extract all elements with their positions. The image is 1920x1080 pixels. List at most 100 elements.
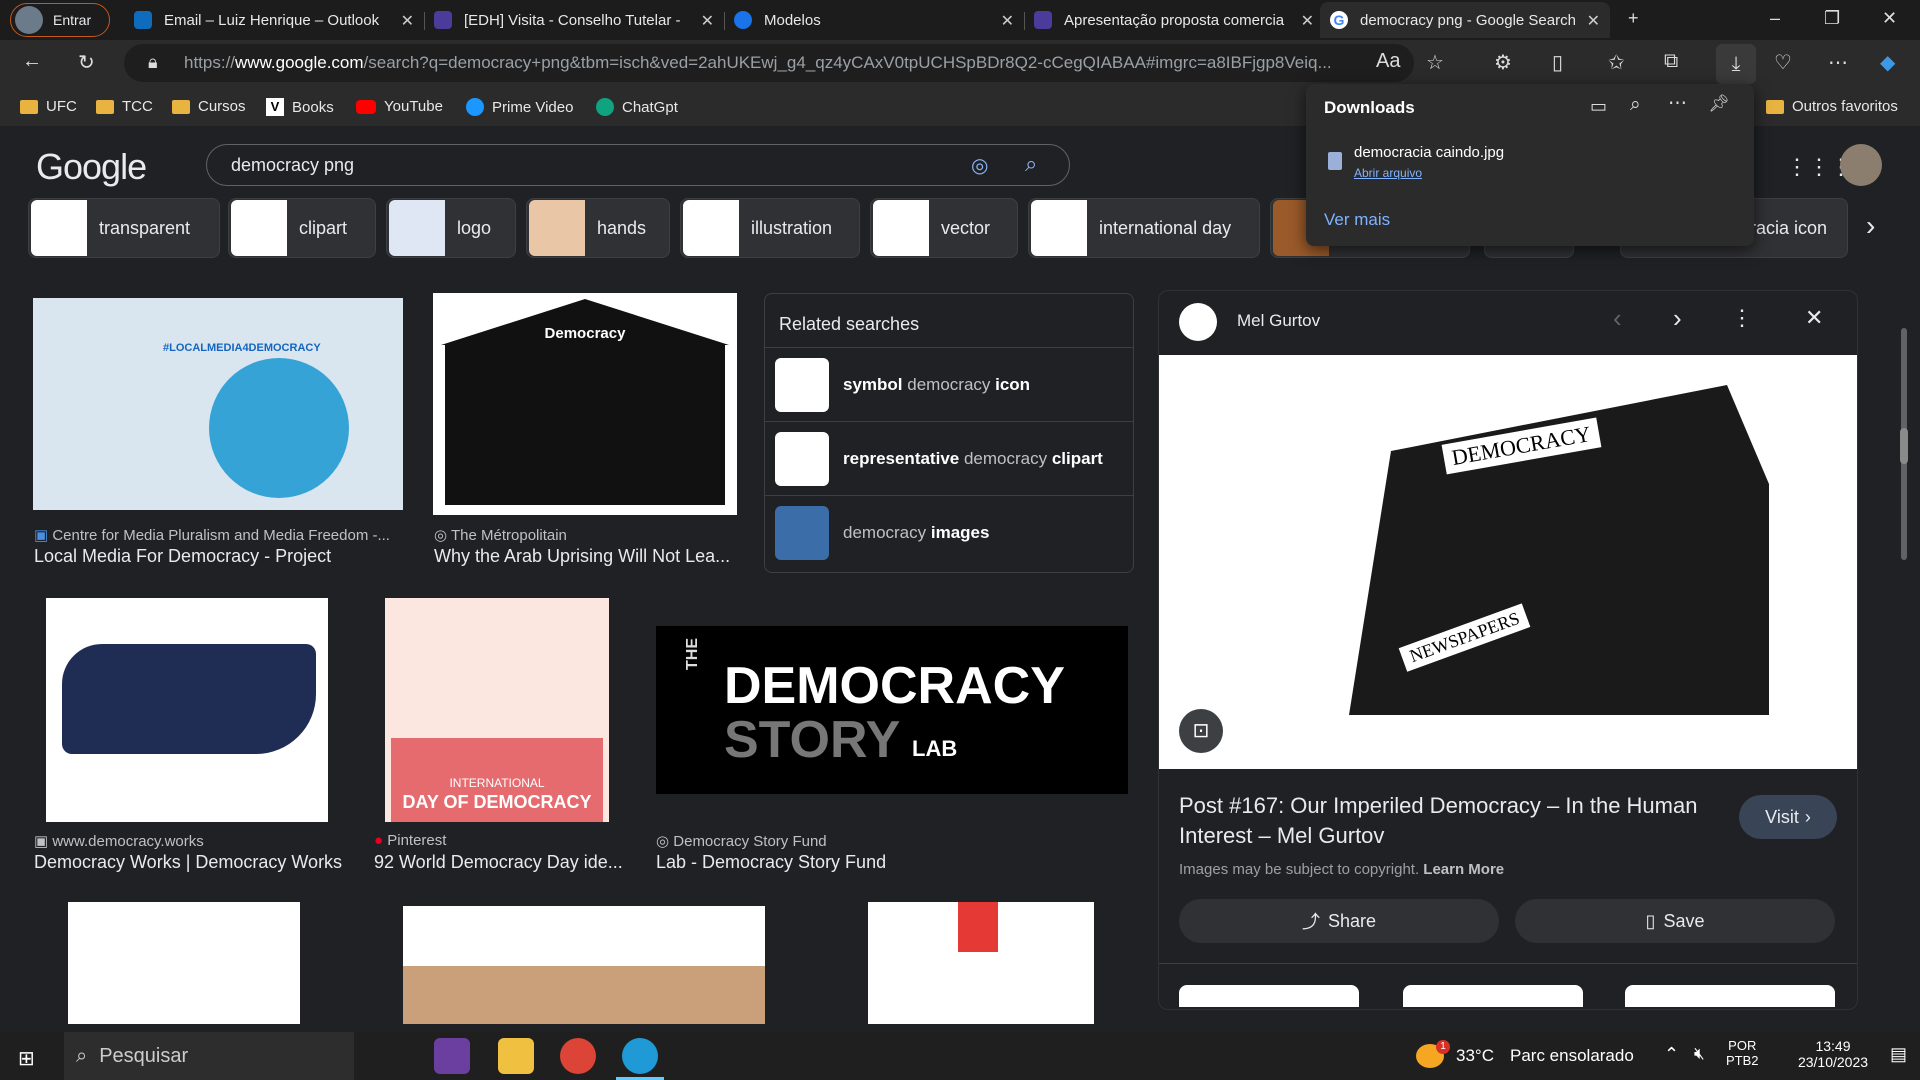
result-image-handshake[interactable]	[46, 598, 328, 822]
taskbar-search[interactable]: ⌕ Pesquisar	[64, 1032, 354, 1080]
chevron-up-icon[interactable]: ⌃	[1664, 1044, 1679, 1065]
related-image-thumb[interactable]	[1403, 985, 1583, 1007]
visit-button[interactable]: Visit ›	[1739, 795, 1837, 839]
close-icon[interactable]: ✕	[1001, 11, 1014, 31]
more-options-icon[interactable]: ⋯	[1668, 92, 1687, 115]
result-image-hands-row[interactable]	[403, 906, 765, 1024]
favorite-youtube[interactable]: YouTube	[356, 98, 443, 115]
more-vert-icon[interactable]: ⋮	[1731, 305, 1753, 331]
related-image-thumb[interactable]	[1179, 985, 1359, 1007]
favorite-ufc[interactable]: UFC	[20, 98, 77, 115]
result-title[interactable]: Democracy Works | Democracy Works	[34, 852, 342, 873]
split-screen-icon[interactable]: ▯	[1552, 50, 1563, 75]
volume-muted-icon[interactable]: 🔇︎	[1694, 1044, 1705, 1064]
result-source[interactable]: ◎ The Métropolitain	[434, 526, 567, 544]
open-file-link[interactable]: Abrir arquivo	[1354, 166, 1422, 180]
favorite-other[interactable]: Outros favoritos	[1766, 98, 1898, 115]
result-title[interactable]: 92 World Democracy Day ide...	[374, 852, 623, 873]
related-search-item[interactable]: democracy images	[765, 495, 1133, 569]
file-explorer-icon[interactable]	[498, 1038, 534, 1074]
tab-edh[interactable]: [EDH] Visita - Conselho Tutelar - ✕	[424, 2, 725, 38]
chip-transparent[interactable]: transparent	[28, 198, 220, 258]
search-downloads-icon[interactable]: ⌕	[1630, 94, 1641, 116]
chip-clipart[interactable]: clipart	[228, 198, 376, 258]
result-image-scales[interactable]	[68, 902, 300, 1024]
tab-google-search[interactable]: G democracy png - Google Search ✕	[1320, 2, 1610, 38]
chip-international-day[interactable]: international day	[1028, 198, 1260, 258]
result-source[interactable]: ◎ Democracy Story Fund	[656, 832, 827, 850]
chevron-right-icon[interactable]: ›	[1866, 210, 1875, 242]
notifications-icon[interactable]: ▤	[1890, 1044, 1907, 1065]
chip-illustration[interactable]: illustration	[680, 198, 860, 258]
open-folder-icon[interactable]: ▭	[1590, 96, 1607, 117]
result-title[interactable]: Local Media For Democracy - Project	[34, 546, 331, 567]
back-icon[interactable]: ←	[22, 50, 42, 73]
favorite-star-icon[interactable]: ☆	[1426, 50, 1444, 75]
save-button[interactable]: ▯ Save	[1515, 899, 1835, 943]
related-search-item[interactable]: symbol democracy icon	[765, 347, 1133, 421]
tab-apresentacao[interactable]: Apresentação proposta comercia ✕	[1024, 2, 1324, 38]
minimize-icon[interactable]: –	[1770, 8, 1780, 29]
performance-icon[interactable]: ♡	[1774, 50, 1792, 75]
visual-studio-icon[interactable]	[434, 1038, 470, 1074]
close-panel-icon[interactable]: ✕	[1805, 305, 1823, 331]
lens-icon[interactable]: ◎	[971, 153, 988, 178]
result-source[interactable]: ● Pinterest	[374, 832, 446, 849]
account-avatar[interactable]	[1840, 144, 1882, 186]
maximize-icon[interactable]: ❐	[1824, 8, 1840, 29]
result-image-metropolitain[interactable]: Democracy	[433, 293, 737, 515]
close-icon[interactable]: ✕	[1301, 11, 1314, 31]
clock[interactable]: 13:49 23/10/2023	[1788, 1038, 1878, 1070]
copilot-icon[interactable]: ◆	[1880, 50, 1895, 75]
favorite-cursos[interactable]: Cursos	[172, 98, 246, 115]
learn-more-link[interactable]: Learn More	[1423, 861, 1504, 878]
chip-hands[interactable]: hands	[526, 198, 670, 258]
new-tab-icon[interactable]: +	[1628, 8, 1639, 29]
tab-modelos[interactable]: Modelos ✕	[724, 2, 1025, 38]
preview-image[interactable]: DEMOCRACY NEWSPAPERS ⊡	[1159, 355, 1857, 769]
weather-temp[interactable]: 33°C	[1456, 1046, 1494, 1066]
search-input[interactable]: democracy png ◎ ⌕	[206, 144, 1070, 186]
google-logo[interactable]: Google	[36, 146, 147, 188]
result-source[interactable]: ▣ www.democracy.works	[34, 832, 204, 850]
favorite-tcc[interactable]: TCC	[96, 98, 153, 115]
downloads-icon[interactable]: ⤓	[1716, 44, 1756, 84]
chrome-icon[interactable]	[560, 1038, 596, 1074]
panel-title[interactable]: Post #167: Our Imperiled Democracy – In …	[1179, 791, 1719, 851]
result-title[interactable]: Lab - Democracy Story Fund	[656, 852, 886, 873]
panel-source[interactable]: Mel Gurtov	[1237, 311, 1320, 331]
close-icon[interactable]: ✕	[701, 11, 714, 31]
favorites-icon[interactable]: ✩	[1608, 50, 1625, 75]
profile-button[interactable]: Entrar	[10, 3, 110, 37]
lens-search-icon[interactable]: ⊡	[1179, 709, 1223, 753]
result-image-democracy-day[interactable]: INTERNATIONAL DAY OF DEMOCRACY	[385, 598, 609, 822]
result-source[interactable]: ▣ Centre for Media Pluralism and Media F…	[34, 526, 390, 544]
next-icon[interactable]: ›	[1673, 303, 1682, 334]
weather-desc[interactable]: Parc ensolarado	[1510, 1046, 1634, 1066]
result-title[interactable]: Why the Arab Uprising Will Not Lea...	[434, 546, 730, 567]
result-image-story-lab[interactable]: THE DEMOCRACY STORY LAB	[656, 626, 1128, 794]
share-button[interactable]: ⤴ Share	[1179, 899, 1499, 943]
language-indicator[interactable]: POR PTB2	[1726, 1038, 1759, 1068]
result-image-colored-hands[interactable]	[868, 902, 1094, 1024]
panel-scrollbar[interactable]	[1896, 296, 1912, 1016]
chip-vector[interactable]: vector	[870, 198, 1018, 258]
address-bar[interactable]: 🔒︎ https://www.google.com/search?q=democ…	[124, 44, 1414, 82]
refresh-icon[interactable]: ↻	[78, 50, 95, 75]
favorite-chatgpt[interactable]: ChatGpt	[596, 98, 678, 116]
result-image-local-media[interactable]: #LOCALMEDIA4DEMOCRACY	[33, 298, 403, 510]
close-window-icon[interactable]: ✕	[1882, 8, 1897, 29]
chip-logo[interactable]: logo	[386, 198, 516, 258]
see-more-link[interactable]: Ver mais	[1324, 210, 1390, 230]
favorite-books[interactable]: V Books	[266, 98, 334, 116]
previous-icon[interactable]: ‹	[1613, 303, 1622, 334]
download-file-name[interactable]: democracia caindo.jpg	[1354, 144, 1504, 161]
extensions-icon[interactable]: ⚙	[1494, 50, 1512, 75]
related-search-item[interactable]: representative democracy clipart	[765, 421, 1133, 495]
windows-start-icon[interactable]: ⊞	[18, 1046, 35, 1071]
related-image-thumb[interactable]	[1625, 985, 1835, 1007]
tab-outlook[interactable]: Email – Luiz Henrique – Outlook ✕	[124, 2, 425, 38]
page-scrollbar-thumb[interactable]	[1900, 428, 1908, 464]
more-menu-icon[interactable]: ⋯	[1828, 50, 1848, 75]
favorite-prime-video[interactable]: Prime Video	[466, 98, 573, 116]
